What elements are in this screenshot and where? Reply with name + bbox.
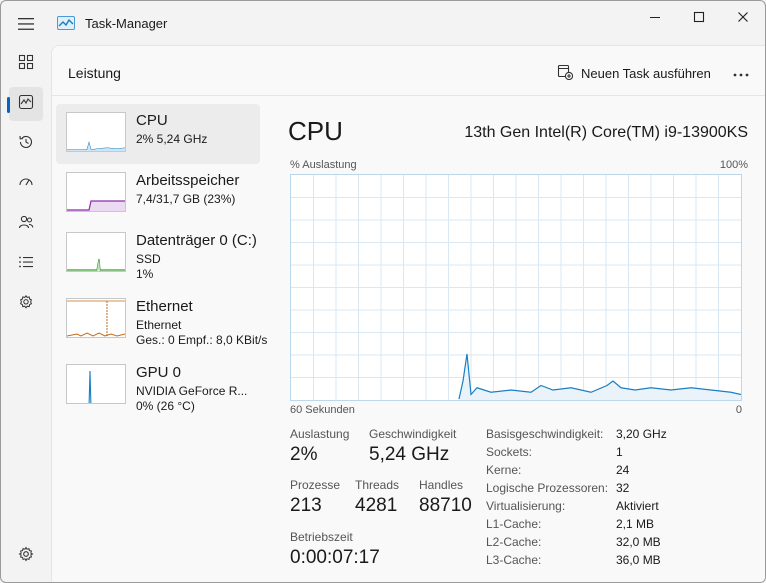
title-bar: Task-Manager [1,1,765,45]
spec-key: L3-Cache: [486,553,542,567]
nav-services[interactable] [9,287,43,321]
page-title: Leistung [68,65,121,81]
detail-title: CPU [288,116,343,146]
resource-detail: 2% 5,24 GHz [136,132,208,146]
handles-label: Handles [419,478,464,492]
task-manager-window: Task-Manager Leistung Neuen Task ausführ… [0,0,766,583]
resource-detail: 7,4/31,7 GB (23%) [136,192,236,206]
cpu-utilization-graph-canvas [291,175,742,400]
processes-label: Prozesse [290,478,341,492]
page-header: Leistung Neuen Task ausführen [52,46,765,96]
spec-value: 32 [616,481,630,495]
ethernet-thumbnail-graph [66,298,126,338]
spec-key: Basisgeschwindigkeit: [486,427,604,441]
spec-value: Aktiviert [616,499,659,513]
startup-apps-icon [18,174,34,195]
hamburger-menu-icon[interactable] [13,11,39,37]
graph-x-left-label: 60 Sekunden [290,404,355,416]
nav-active-indicator [7,97,10,113]
disk-thumbnail-graph [66,232,126,272]
performance-icon [18,94,34,115]
resource-detail: SSD [136,252,161,266]
speed-value: 5,24 GHz [369,444,450,465]
users-icon [18,214,34,235]
services-icon [18,294,34,315]
resource-item-gpu[interactable]: GPU 0 NVIDIA GeForce R... 0% (26 °C) [56,356,260,416]
spec-key: L2-Cache: [486,535,542,549]
resource-item-ethernet[interactable]: Ethernet Ethernet Ges.: 0 Empf.: 8,0 KBi… [56,290,267,350]
resource-detail: 0% (26 °C) [136,399,195,413]
resource-detail: Ethernet [136,318,182,332]
graph-x-right-label: 0 [735,404,742,416]
nav-startup-apps[interactable] [9,167,43,201]
resource-name: Datenträger 0 (C:) [136,232,257,249]
new-task-icon [557,64,574,83]
run-new-task-label: Neuen Task ausführen [581,65,711,81]
spec-key: Virtualisierung: [486,499,566,513]
settings-button[interactable] [9,539,43,573]
close-button[interactable] [721,5,765,29]
nav-app-history[interactable] [9,127,43,161]
resource-name: Arbeitsspeicher [136,172,240,189]
gear-icon [18,546,34,567]
details-icon [18,254,34,275]
spec-value: 3,20 GHz [616,427,667,441]
resource-detail: NVIDIA GeForce R... [136,384,248,398]
main-panel: Leistung Neuen Task ausführen CPU 2% 5,2… [51,45,765,582]
cpu-utilization-graph [290,174,742,401]
utilization-label: Auslastung [290,427,350,441]
threads-label: Threads [355,478,400,492]
spec-value: 2,1 MB [616,517,655,531]
gpu-thumbnail-graph [66,364,126,404]
spec-key: Sockets: [486,445,533,459]
memory-thumbnail-graph [66,172,126,212]
minimize-button[interactable] [633,5,677,29]
run-new-task-button[interactable]: Neuen Task ausführen [557,62,711,84]
nav-users[interactable] [9,207,43,241]
threads-value: 4281 [355,495,398,516]
more-horizontal-icon [733,64,749,82]
spec-value: 36,0 MB [616,553,661,567]
cpu-thumbnail-graph [66,112,126,152]
spec-value: 24 [616,463,630,477]
resource-item-disk[interactable]: Datenträger 0 (C:) SSD 1% [56,224,260,284]
processes-value: 213 [290,495,322,516]
resource-item-memory[interactable]: Arbeitsspeicher 7,4/31,7 GB (23%) [56,164,260,224]
spec-key: Logische Prozessoren: [486,481,609,495]
spec-key: Kerne: [486,463,522,477]
resource-item-cpu[interactable]: CPU 2% 5,24 GHz [56,104,260,164]
utilization-value: 2% [290,444,318,465]
uptime-label: Betriebszeit [290,530,353,544]
graph-y-label: % Auslastung [290,159,357,171]
spec-value: 32,0 MB [616,535,661,549]
resource-detail: Ges.: 0 Empf.: 8,0 KBit/s [136,333,268,347]
nav-details[interactable] [9,247,43,281]
task-manager-app-icon [57,16,75,30]
resource-name: CPU [136,112,168,129]
more-options-button[interactable] [730,62,752,84]
maximize-button[interactable] [677,5,721,29]
resource-name: GPU 0 [136,364,182,381]
resource-name: Ethernet [136,298,193,315]
uptime-value: 0:00:07:17 [290,547,380,568]
app-history-icon [18,134,34,155]
nav-performance[interactable] [9,87,43,121]
speed-label: Geschwindigkeit [369,427,457,441]
processes-icon [18,54,34,75]
spec-key: L1-Cache: [486,517,542,531]
handles-value: 88710 [419,495,472,516]
cpu-model-name: 13th Gen Intel(R) Core(TM) i9-13900KS [464,124,748,141]
graph-y-max-label: 100% [719,159,748,171]
resource-detail: 1% [136,267,154,281]
spec-value: 1 [616,445,623,459]
nav-processes[interactable] [9,47,43,81]
side-navigation [1,45,51,582]
window-title: Task-Manager [85,16,168,31]
